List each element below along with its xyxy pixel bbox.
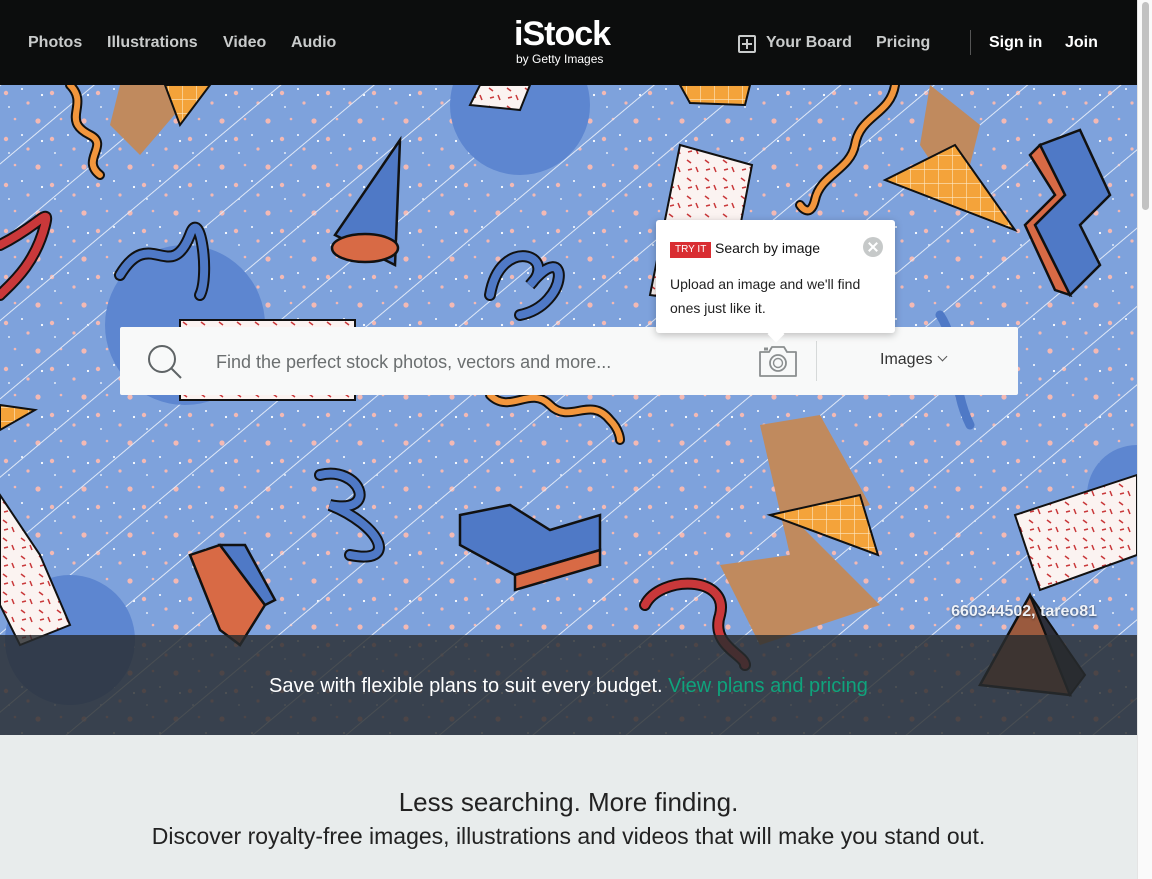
tooltip-title: Search by image xyxy=(715,240,821,256)
page-scrollbar[interactable] xyxy=(1137,0,1152,879)
nav-divider xyxy=(970,30,971,55)
view-plans-link[interactable]: View plans and pricing xyxy=(668,675,868,697)
close-icon[interactable] xyxy=(863,237,883,257)
nav-your-board[interactable]: Your Board xyxy=(766,34,852,52)
logo-wordmark: iStock xyxy=(514,15,611,53)
nav-photos[interactable]: Photos xyxy=(28,34,82,52)
sign-in-link[interactable]: Sign in xyxy=(989,34,1042,52)
pricing-banner: Save with flexible plans to suit every b… xyxy=(0,635,1137,735)
top-nav: Photos Illustrations Video Audio iStock … xyxy=(0,0,1137,85)
camera-icon[interactable] xyxy=(757,343,799,379)
try-it-badge: TRY IT xyxy=(670,242,712,258)
promo-headline: Less searching. More finding. xyxy=(398,787,739,817)
join-link[interactable]: Join xyxy=(1065,34,1098,52)
board-add-icon[interactable] xyxy=(738,35,756,53)
nav-video[interactable]: Video xyxy=(223,34,266,52)
image-credit: 660344502, tareo81 xyxy=(951,603,1097,620)
istock-logo[interactable]: iStock by Getty Images xyxy=(514,14,634,70)
tooltip-body: Upload an image and we'll find ones just… xyxy=(670,276,861,316)
banner-message: Save with flexible plans to suit every b… xyxy=(0,675,1137,698)
media-type-dropdown[interactable]: Images xyxy=(880,351,948,369)
search-bar: Images xyxy=(120,327,1018,395)
search-by-image-tooltip: TRY IT Search by image Upload an image a… xyxy=(656,220,895,333)
scrollbar-thumb[interactable] xyxy=(1142,2,1149,210)
media-type-label: Images xyxy=(880,351,933,368)
search-divider xyxy=(816,341,817,381)
chevron-down-icon xyxy=(938,351,948,362)
nav-illustrations[interactable]: Illustrations xyxy=(107,34,198,52)
promo-subhead: Discover royalty-free images, illustrati… xyxy=(151,823,986,849)
nav-audio[interactable]: Audio xyxy=(291,34,336,52)
search-input[interactable] xyxy=(216,347,736,377)
hero: 660344502, tareo81 Images TRY IT Search … xyxy=(0,85,1137,735)
search-icon[interactable] xyxy=(147,344,183,380)
logo-tagline: by Getty Images xyxy=(516,52,604,66)
banner-text: Save with flexible plans to suit every b… xyxy=(269,675,663,697)
page: Photos Illustrations Video Audio iStock … xyxy=(0,0,1137,879)
nav-pricing[interactable]: Pricing xyxy=(876,34,930,52)
